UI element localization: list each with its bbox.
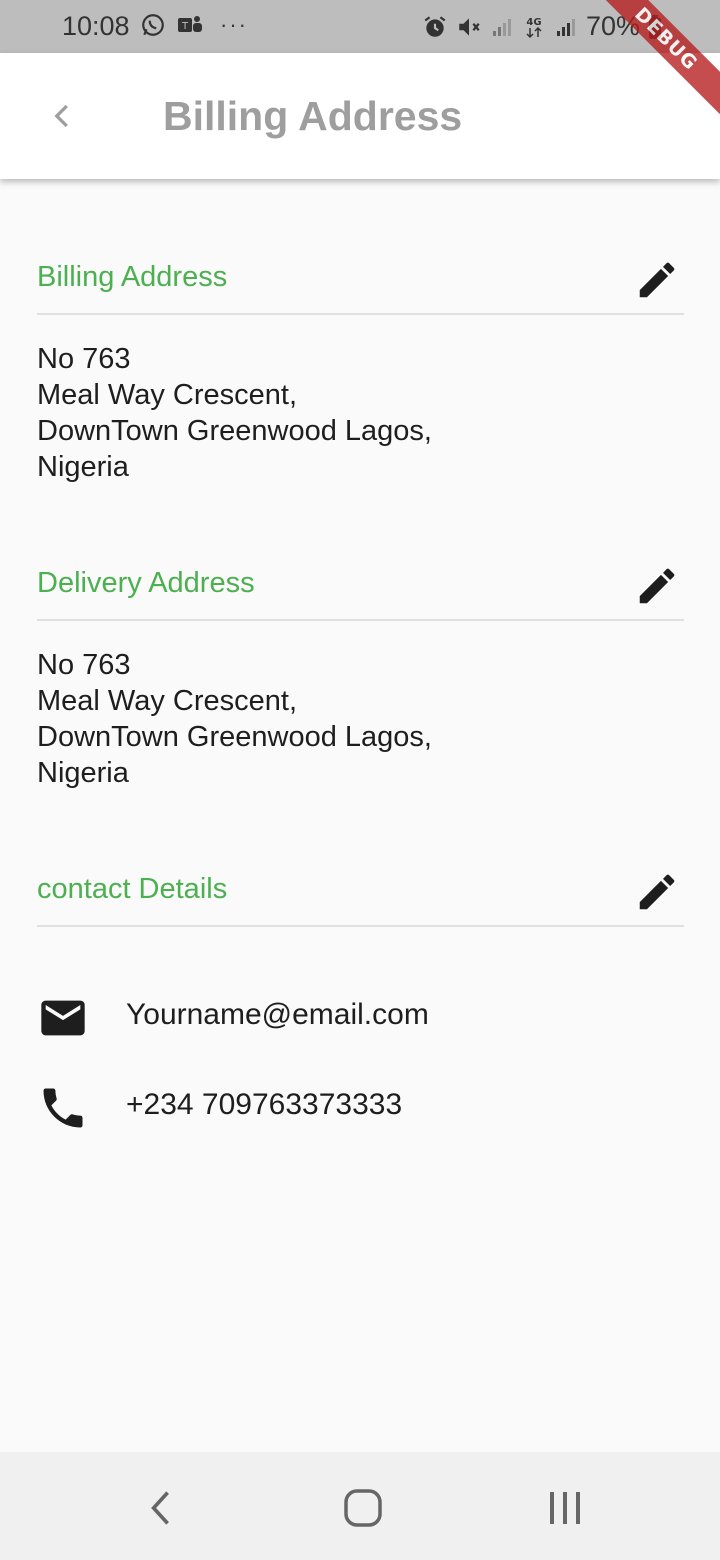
nav-back-button[interactable] xyxy=(134,1480,190,1536)
nav-home-icon xyxy=(344,1489,382,1527)
phone-text: +234 709763373333 xyxy=(126,1088,403,1121)
alarm-icon xyxy=(424,15,446,37)
pencil-icon xyxy=(639,568,675,604)
contact-section-header: contact Details xyxy=(37,855,684,927)
email-icon xyxy=(41,1000,85,1036)
nav-home-button[interactable] xyxy=(335,1480,391,1536)
phone-row[interactable]: +234 709763373333 xyxy=(37,1076,677,1136)
status-time: 10:08 xyxy=(62,11,130,41)
app-bar: Billing Address xyxy=(0,53,720,179)
svg-text:4G: 4G xyxy=(526,17,541,28)
address-line: Nigeria xyxy=(37,757,129,789)
address-line: No 763 xyxy=(37,649,131,681)
nav-recents-button[interactable] xyxy=(537,1480,593,1536)
chevron-left-icon xyxy=(54,104,68,128)
system-nav-bar xyxy=(0,1452,720,1560)
network-4g-icon: 4G xyxy=(526,17,542,38)
whatsapp-icon xyxy=(142,14,164,36)
edit-delivery-button[interactable] xyxy=(634,563,680,609)
delivery-section-header: Delivery Address xyxy=(37,549,684,621)
billing-address-text: No 763 Meal Way Crescent, DownTown Green… xyxy=(37,341,677,485)
pencil-icon xyxy=(639,262,675,298)
address-line: DownTown Greenwood Lagos, xyxy=(37,415,432,447)
status-bar: 10:08 T ··· 4G 70% xyxy=(0,0,720,53)
edit-billing-button[interactable] xyxy=(634,257,680,303)
signal-icon xyxy=(492,18,511,36)
teams-icon: T xyxy=(178,16,202,32)
phone-icon xyxy=(43,1088,83,1128)
more-notifications-icon: ··· xyxy=(220,12,248,37)
nav-recents-icon xyxy=(550,1492,580,1524)
notification-icons: T ··· xyxy=(140,12,248,38)
nav-back-icon xyxy=(151,1491,169,1525)
email-row[interactable]: Yourname@email.com xyxy=(37,986,677,1046)
delivery-section-title: Delivery Address xyxy=(37,567,255,599)
delivery-address-text: No 763 Meal Way Crescent, DownTown Green… xyxy=(37,647,677,791)
mute-icon xyxy=(459,17,480,36)
address-line: DownTown Greenwood Lagos, xyxy=(37,721,432,753)
edit-contact-button[interactable] xyxy=(634,869,680,915)
contact-section-title: contact Details xyxy=(37,873,228,905)
address-line: Meal Way Crescent, xyxy=(37,685,297,717)
billing-section-header: Billing Address xyxy=(37,243,684,315)
pencil-icon xyxy=(639,874,675,910)
address-line: Nigeria xyxy=(37,451,129,483)
email-text: Yourname@email.com xyxy=(126,998,429,1031)
back-button[interactable] xyxy=(40,91,86,141)
signal-icon-2 xyxy=(556,18,575,36)
billing-section-title: Billing Address xyxy=(37,261,228,293)
page-title: Billing Address xyxy=(163,93,463,139)
address-line: Meal Way Crescent, xyxy=(37,379,297,411)
svg-text:T: T xyxy=(181,21,189,32)
address-line: No 763 xyxy=(37,343,131,375)
